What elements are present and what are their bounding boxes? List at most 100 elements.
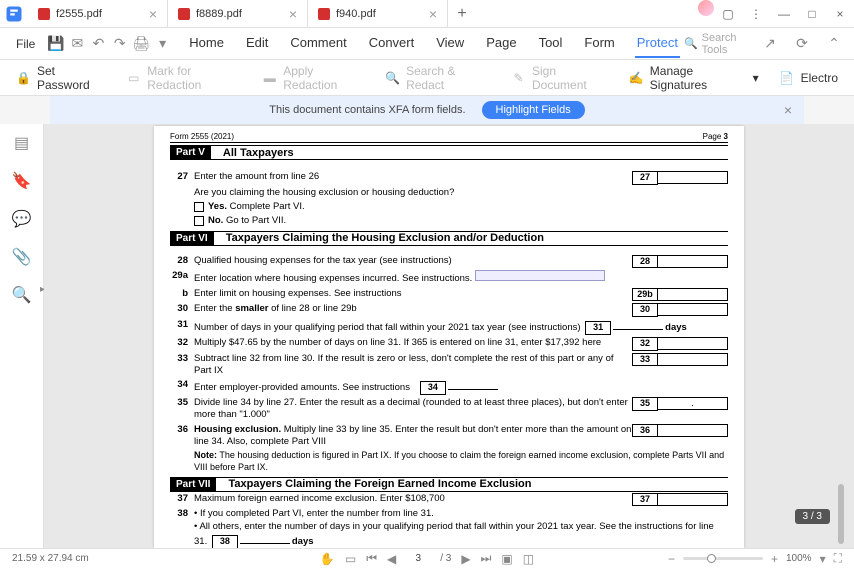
share-icon[interactable]: ↗ [758, 32, 782, 56]
line-37-field[interactable] [658, 493, 728, 506]
menu-icon[interactable]: ⋮ [742, 0, 770, 28]
line-27-field[interactable] [658, 171, 728, 184]
part6-label: Part VI [170, 232, 214, 245]
last-page-icon[interactable]: ⏭ [481, 551, 492, 566]
close-icon[interactable]: × [149, 6, 157, 22]
line-32-field[interactable] [658, 337, 728, 350]
line-37-text: Maximum foreign earned income exclusion.… [194, 493, 632, 505]
tab-f8889[interactable]: f8889.pdf × [168, 0, 308, 27]
line-30-no: 30 [170, 303, 194, 315]
label: Search & Redact [406, 64, 491, 92]
close-info-icon[interactable]: × [784, 102, 792, 118]
redo-icon[interactable]: ↷ [111, 32, 128, 56]
line-31-box: 31 [585, 321, 611, 335]
line-29b-field[interactable] [658, 288, 728, 301]
line-34-box: 34 [420, 381, 446, 395]
line-30-field[interactable] [658, 303, 728, 316]
line-36-no: 36 [170, 424, 194, 436]
select-tool-icon[interactable]: ▭ [345, 552, 356, 566]
collapse-icon[interactable]: ⌃ [822, 32, 846, 56]
bookmark-icon[interactable]: 🔖 [13, 172, 31, 190]
vertical-scrollbar[interactable] [838, 264, 844, 548]
dropdown-icon[interactable]: ▾ [154, 32, 171, 56]
thumbnails-icon[interactable]: ▤ [13, 134, 31, 152]
tab-protect[interactable]: Protect [635, 29, 680, 58]
zoom-thumb[interactable] [707, 554, 716, 563]
maximize-button[interactable]: □ [798, 0, 826, 28]
fit-page-icon[interactable]: ▣ [501, 552, 512, 566]
sync-icon[interactable]: ⟳ [790, 32, 814, 56]
fit-width-icon[interactable]: ◫ [523, 552, 534, 566]
label: Electro [801, 71, 838, 85]
file-menu[interactable]: File [8, 33, 43, 55]
scrollbar-thumb[interactable] [838, 484, 844, 544]
undo-icon[interactable]: ↶ [90, 32, 107, 56]
line-34-field[interactable] [448, 379, 498, 390]
line-29a-field[interactable] [475, 270, 605, 281]
tab-form[interactable]: Form [582, 29, 616, 58]
tab-page[interactable]: Page [484, 29, 518, 58]
zoom-in-icon[interactable]: + [771, 552, 778, 566]
label: Manage Signatures [650, 64, 747, 92]
yes-rest: Complete Part VI. [227, 201, 305, 212]
electronic-button[interactable]: 📄 Electro [779, 70, 838, 86]
line-33-field[interactable] [658, 353, 728, 366]
first-page-icon[interactable]: ⏮ [366, 551, 377, 566]
fullscreen-icon[interactable]: ⛶ [834, 551, 842, 566]
search-redact-button[interactable]: 🔍 Search & Redact [385, 64, 491, 92]
document-tabs: f2555.pdf × f8889.pdf × f940.pdf × + [28, 0, 698, 27]
tab-tool[interactable]: Tool [537, 29, 565, 58]
tab-convert[interactable]: Convert [367, 29, 417, 58]
line-31-field[interactable] [613, 319, 663, 330]
search-tools[interactable]: 🔍 Search Tools [684, 32, 742, 56]
hand-tool-icon[interactable]: ✋ [320, 552, 335, 566]
close-button[interactable]: × [826, 0, 854, 28]
line-35-field[interactable]: . [658, 397, 728, 410]
user-badge-icon[interactable] [698, 0, 714, 16]
tab-edit[interactable]: Edit [244, 29, 270, 58]
close-icon[interactable]: × [429, 6, 437, 22]
notification-icon[interactable]: ▢ [714, 0, 742, 28]
mark-redaction-button[interactable]: ▭ Mark for Redaction [126, 64, 242, 92]
mail-icon[interactable]: ✉ [69, 32, 86, 56]
tab-comment[interactable]: Comment [288, 29, 348, 58]
highlight-fields-button[interactable]: Highlight Fields [482, 101, 585, 119]
sign-document-button[interactable]: ✎ Sign Document [511, 64, 609, 92]
print-icon[interactable]: 🖨 [132, 32, 150, 56]
save-icon[interactable]: 💾 [47, 32, 64, 56]
no-checkbox[interactable] [194, 216, 204, 226]
label: Apply Redaction [283, 64, 365, 92]
zoom-out-icon[interactable]: − [668, 552, 675, 566]
part7-title: Taxpayers Claiming the Foreign Earned In… [228, 478, 531, 490]
document-viewport[interactable]: Form 2555 (2021) Page 3 Part V All Taxpa… [44, 124, 854, 548]
search-icon[interactable]: 🔍 [13, 286, 31, 304]
pdf-icon [38, 8, 50, 20]
zoom-dropdown-icon[interactable]: ▾ [820, 552, 826, 566]
lock-icon: 🔒 [16, 70, 31, 86]
xfa-info-bar: This document contains XFA form fields. … [50, 96, 804, 124]
line-36-field[interactable] [658, 424, 728, 437]
page-number-input[interactable] [406, 553, 430, 564]
comment-icon[interactable]: 💬 [13, 210, 31, 228]
search-icon: 🔍 [684, 37, 698, 50]
manage-signatures-button[interactable]: ✍ Manage Signatures ▾ [629, 64, 759, 92]
zoom-slider[interactable] [683, 557, 763, 560]
line-28-field[interactable] [658, 255, 728, 268]
days-label: days [665, 322, 687, 333]
line-38-field[interactable] [240, 533, 290, 544]
form-header-left: Form 2555 (2021) [170, 132, 234, 141]
set-password-button[interactable]: 🔒 Set Password [16, 64, 106, 92]
add-tab-button[interactable]: + [448, 0, 476, 27]
tab-home[interactable]: Home [187, 29, 226, 58]
minimize-button[interactable]: — [770, 0, 798, 28]
prev-page-icon[interactable]: ◀ [387, 552, 396, 566]
apply-redaction-button[interactable]: ▬ Apply Redaction [262, 64, 365, 92]
yes-checkbox[interactable] [194, 202, 204, 212]
next-page-icon[interactable]: ▶ [461, 552, 470, 566]
line-38-no: 38 [170, 508, 194, 520]
attachment-icon[interactable]: 📎 [13, 248, 31, 266]
tab-f940[interactable]: f940.pdf × [308, 0, 448, 27]
tab-view[interactable]: View [434, 29, 466, 58]
tab-f2555[interactable]: f2555.pdf × [28, 0, 168, 27]
close-icon[interactable]: × [289, 6, 297, 22]
